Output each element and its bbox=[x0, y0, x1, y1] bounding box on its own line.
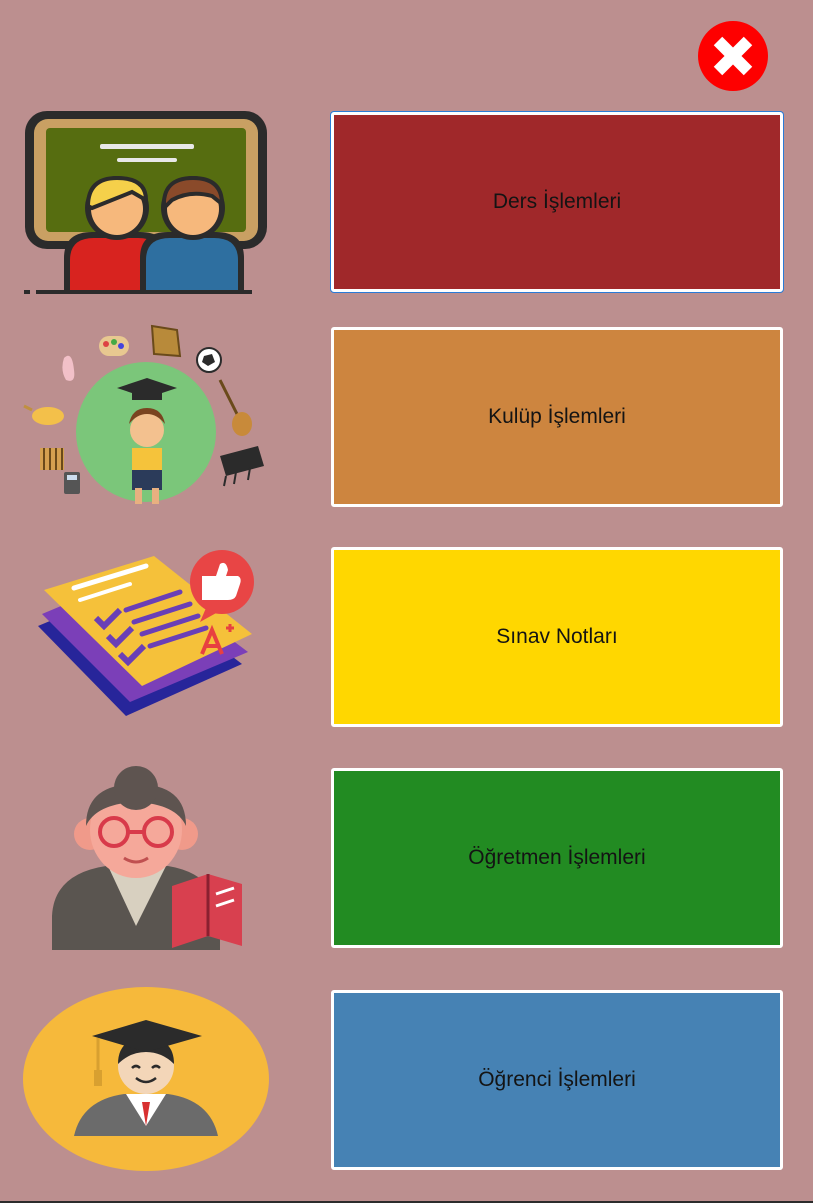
teacher-icon bbox=[50, 766, 244, 950]
ogrenci-islemleri-button[interactable]: Öğrenci İşlemleri bbox=[331, 990, 783, 1170]
close-button[interactable] bbox=[698, 21, 768, 91]
kulup-islemleri-button[interactable]: Kulüp İşlemleri bbox=[331, 327, 783, 507]
sinav-notlari-button[interactable]: Sınav Notları bbox=[331, 547, 783, 727]
ders-islemleri-button[interactable]: Ders İşlemleri bbox=[331, 112, 783, 292]
exam-paper-icon bbox=[30, 548, 260, 723]
club-activities-icon bbox=[22, 320, 270, 510]
classroom-students-icon bbox=[22, 108, 272, 298]
graduate-student-icon bbox=[22, 986, 270, 1172]
close-icon bbox=[699, 22, 767, 90]
ogretmen-islemleri-button[interactable]: Öğretmen İşlemleri bbox=[331, 768, 783, 948]
